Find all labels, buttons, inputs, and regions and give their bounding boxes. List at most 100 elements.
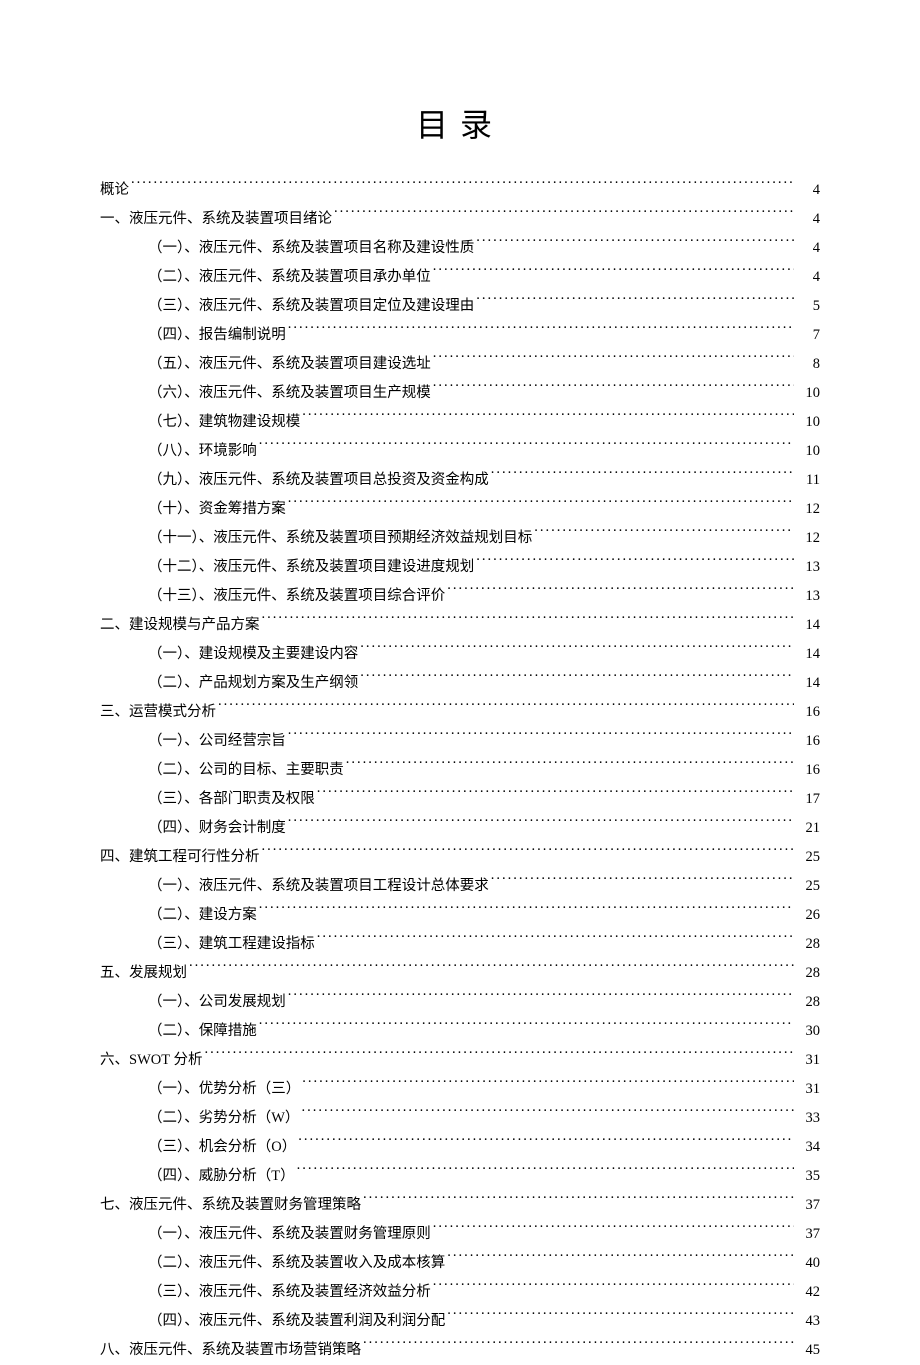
toc-entry-page: 7 (796, 321, 820, 350)
toc-entry: （二）、劣势分析（W）33 (100, 1104, 820, 1133)
toc-entry-page: 4 (796, 205, 820, 234)
toc-entry-page: 40 (796, 1249, 820, 1278)
toc-entry: （三）、液压元件、系统及装置经济效益分析42 (100, 1278, 820, 1307)
toc-entry: （三）、机会分析（O）34 (100, 1133, 820, 1162)
toc-entry: （十三）、液压元件、系统及装置项目综合评价13 (100, 582, 820, 611)
toc-leader-dots (259, 905, 794, 920)
toc-entry-page: 12 (796, 495, 820, 524)
toc-entry-label: （十）、资金筹措方案 (148, 495, 286, 524)
toc-entry-label: （五）、液压元件、系统及装置项目建设选址 (148, 350, 431, 379)
toc-entry: （五）、液压元件、系统及装置项目建设选址 8 (100, 350, 820, 379)
toc-entry-label: （一）、液压元件、系统及装置项目名称及建设性质 (148, 234, 474, 263)
toc-leader-dots (433, 354, 794, 369)
toc-entry-label: （三）、机会分析（O） (148, 1133, 296, 1162)
toc-leader-dots (262, 615, 795, 630)
toc-leader-dots (491, 470, 794, 485)
toc-entry-page: 43 (796, 1307, 820, 1336)
toc-leader-dots (334, 209, 794, 224)
toc-entry: （一）、公司经营宗旨 16 (100, 727, 820, 756)
toc-entry: （三）、液压元件、系统及装置项目定位及建设理由5 (100, 292, 820, 321)
toc-entry-page: 30 (796, 1017, 820, 1046)
toc-entry-page: 8 (796, 350, 820, 379)
toc-entry-page: 4 (796, 263, 820, 292)
toc-entry: （二）、保障措施 30 (100, 1017, 820, 1046)
toc-leader-dots (131, 180, 794, 195)
toc-leader-dots (288, 818, 794, 833)
toc-entry-page: 31 (796, 1075, 820, 1104)
toc-leader-dots (317, 934, 794, 949)
toc-entry-label: （九）、液压元件、系统及装置项目总投资及资金构成 (148, 466, 489, 495)
toc-entry-label: （一）、公司经营宗旨 (148, 727, 286, 756)
toc-leader-dots (302, 1079, 794, 1094)
toc-entry-page: 35 (796, 1162, 820, 1191)
toc-leader-dots (301, 1108, 794, 1123)
toc-entry-page: 25 (796, 872, 820, 901)
toc-leader-dots (302, 412, 794, 427)
toc-leader-dots (288, 992, 794, 1007)
toc-entry-label: 五、发展规划 (100, 959, 187, 988)
toc-entry-page: 16 (796, 727, 820, 756)
toc-entry-label: 三、运营模式分析 (100, 698, 216, 727)
toc-entry-label: （七）、建筑物建设规模 (148, 408, 300, 437)
toc-entry-label: 四、建筑工程可行性分析 (100, 843, 260, 872)
toc-leader-dots (447, 586, 794, 601)
toc-entry-label: （二）、液压元件、系统及装置收入及成本核算 (148, 1249, 445, 1278)
toc-entry-label: （三）、液压元件、系统及装置项目定位及建设理由 (148, 292, 474, 321)
toc-leader-dots (259, 1021, 794, 1036)
toc-entry: 七、液压元件、系统及装置财务管理策略 37 (100, 1191, 820, 1220)
toc-list: 概论 4 一、液压元件、系统及装置项目绪论 4 （一）、液压元件、系统及装置项目名称及建… (100, 176, 820, 1365)
toc-leader-dots (433, 1282, 794, 1297)
toc-entry-label: 七、液压元件、系统及装置财务管理策略 (100, 1191, 361, 1220)
toc-entry-label: （三）、液压元件、系统及装置经济效益分析 (148, 1278, 431, 1307)
toc-entry-label: （二）、劣势分析（W） (148, 1104, 299, 1133)
toc-entry-page: 28 (796, 959, 820, 988)
toc-entry-page: 10 (796, 437, 820, 466)
toc-entry: （一）、液压元件、系统及装置项目工程设计总体要求25 (100, 872, 820, 901)
toc-leader-dots (297, 1166, 794, 1181)
toc-entry: 概论 4 (100, 176, 820, 205)
toc-entry: （三）、建筑工程建设指标28 (100, 930, 820, 959)
toc-leader-dots (491, 876, 794, 891)
toc-entry: （八）、环境影响 10 (100, 437, 820, 466)
toc-entry-label: （二）、建设方案 (148, 901, 257, 930)
toc-leader-dots (346, 760, 794, 775)
toc-leader-dots (476, 296, 794, 311)
toc-leader-dots (476, 557, 794, 572)
toc-entry: （一）、公司发展规划28 (100, 988, 820, 1017)
toc-entry-label: 一、液压元件、系统及装置项目绪论 (100, 205, 332, 234)
toc-leader-dots (317, 789, 794, 804)
toc-entry-page: 10 (796, 379, 820, 408)
toc-entry-label: （四）、报告编制说明 (148, 321, 286, 350)
toc-entry-page: 16 (796, 698, 820, 727)
toc-entry-label: 概论 (100, 176, 129, 205)
toc-leader-dots (447, 1311, 794, 1326)
toc-entry-page: 31 (796, 1046, 820, 1075)
toc-entry-page: 12 (796, 524, 820, 553)
toc-entry-page: 14 (796, 640, 820, 669)
toc-entry-label: （八）、环境影响 (148, 437, 257, 466)
toc-entry: （四）、威胁分析（T）35 (100, 1162, 820, 1191)
toc-entry: 五、发展规划 28 (100, 959, 820, 988)
toc-entry-page: 10 (796, 408, 820, 437)
toc-entry-label: 八、液压元件、系统及装置市场营销策略 (100, 1336, 361, 1365)
toc-entry-page: 11 (796, 466, 820, 495)
toc-entry-page: 4 (796, 176, 820, 205)
toc-leader-dots (298, 1137, 794, 1152)
toc-entry-label: （二）、公司的目标、主要职责 (148, 756, 344, 785)
toc-leader-dots (259, 441, 794, 456)
toc-entry: （七）、建筑物建设规模 10 (100, 408, 820, 437)
toc-entry-page: 45 (796, 1336, 820, 1365)
toc-entry: （二）、液压元件、系统及装置项目承办单位 4 (100, 263, 820, 292)
toc-entry-label: 二、建设规模与产品方案 (100, 611, 260, 640)
toc-entry-label: （二）、液压元件、系统及装置项目承办单位 (148, 263, 431, 292)
toc-entry-page: 13 (796, 553, 820, 582)
toc-entry-label: （一）、液压元件、系统及装置财务管理原则 (148, 1220, 431, 1249)
toc-entry: （六）、液压元件、系统及装置项目生产规模10 (100, 379, 820, 408)
toc-leader-dots (288, 731, 794, 746)
toc-entry-page: 37 (796, 1191, 820, 1220)
toc-entry-label: 六、SWOT 分析 (100, 1046, 202, 1075)
toc-leader-dots (189, 963, 794, 978)
toc-entry-label: （二）、保障措施 (148, 1017, 257, 1046)
toc-entry: （二）、产品规划方案及生产纲领14 (100, 669, 820, 698)
toc-entry-label: （四）、财务会计制度 (148, 814, 286, 843)
